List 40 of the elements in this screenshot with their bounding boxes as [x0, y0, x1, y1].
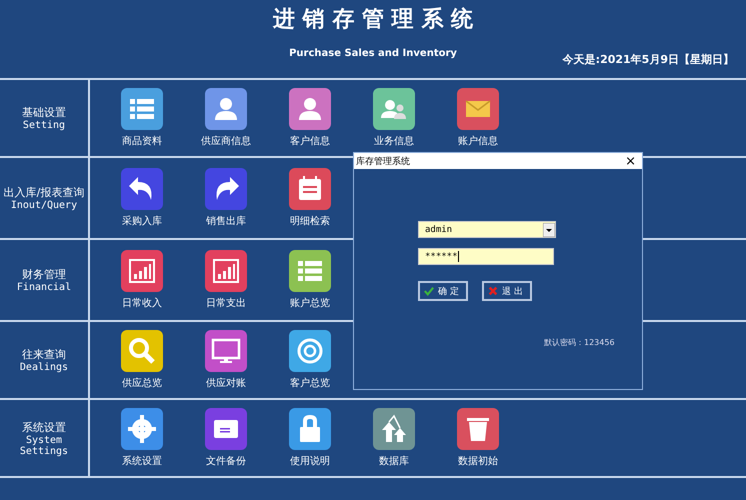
- default-password-hint: 默认密码：123456: [544, 337, 615, 348]
- section-subtitle: System: [26, 434, 62, 446]
- password-field[interactable]: ******: [418, 248, 554, 265]
- menu-label[interactable]: 销售出库: [206, 214, 246, 228]
- section-title: 出入库/报表查询: [4, 185, 84, 200]
- menu-label[interactable]: 账户总览: [290, 296, 330, 310]
- section-subtitle: Dealings: [20, 362, 68, 373]
- menu-label[interactable]: 账户信息: [458, 134, 498, 148]
- section-subtitle: Settings: [20, 446, 68, 456]
- menu-label[interactable]: 供应商信息: [201, 134, 251, 148]
- section-title: 财务管理: [22, 267, 66, 282]
- section-title: 基础设置: [22, 105, 66, 120]
- close-button[interactable]: ×: [619, 154, 642, 168]
- app-title: 进 销 存 管 理 系 统: [273, 6, 473, 34]
- menu-label[interactable]: 商品资料: [122, 134, 162, 148]
- app-subtitle: Purchase Sales and Inventory: [289, 48, 457, 59]
- menu-label[interactable]: 采购入库: [122, 214, 162, 228]
- menu-label[interactable]: 日常支出: [206, 296, 246, 310]
- username-field[interactable]: admin: [418, 221, 556, 238]
- menu-label[interactable]: 数据库: [379, 454, 409, 468]
- exit-button[interactable]: 退 出: [482, 281, 532, 301]
- section-subtitle: Inout/Query: [10, 200, 78, 211]
- menu-label[interactable]: 文件备份: [206, 454, 246, 468]
- menu-label[interactable]: 业务信息: [374, 134, 414, 148]
- date-label: 今天是:2021年5月9日【星期日】: [562, 52, 734, 67]
- menu-label[interactable]: 数据初始: [458, 454, 498, 468]
- confirm-button[interactable]: 确 定: [418, 281, 468, 301]
- menu-label[interactable]: 系统设置: [122, 454, 162, 468]
- section-title: 系统设置: [22, 420, 66, 434]
- section-title: 往来查询: [22, 347, 66, 362]
- menu-label[interactable]: 日常收入: [122, 296, 162, 310]
- dialog-title: 库存管理系统: [356, 156, 410, 168]
- menu-label[interactable]: 客户总览: [290, 376, 330, 390]
- section-subtitle: Setting: [22, 120, 66, 131]
- menu-label[interactable]: 客户信息: [290, 134, 330, 148]
- menu-label[interactable]: 明细检索: [290, 214, 330, 228]
- menu-label[interactable]: 使用说明: [290, 454, 330, 468]
- section-subtitle: Financial: [16, 282, 72, 293]
- menu-label[interactable]: 供应对账: [206, 376, 246, 390]
- menu-label[interactable]: 供应总览: [122, 376, 162, 390]
